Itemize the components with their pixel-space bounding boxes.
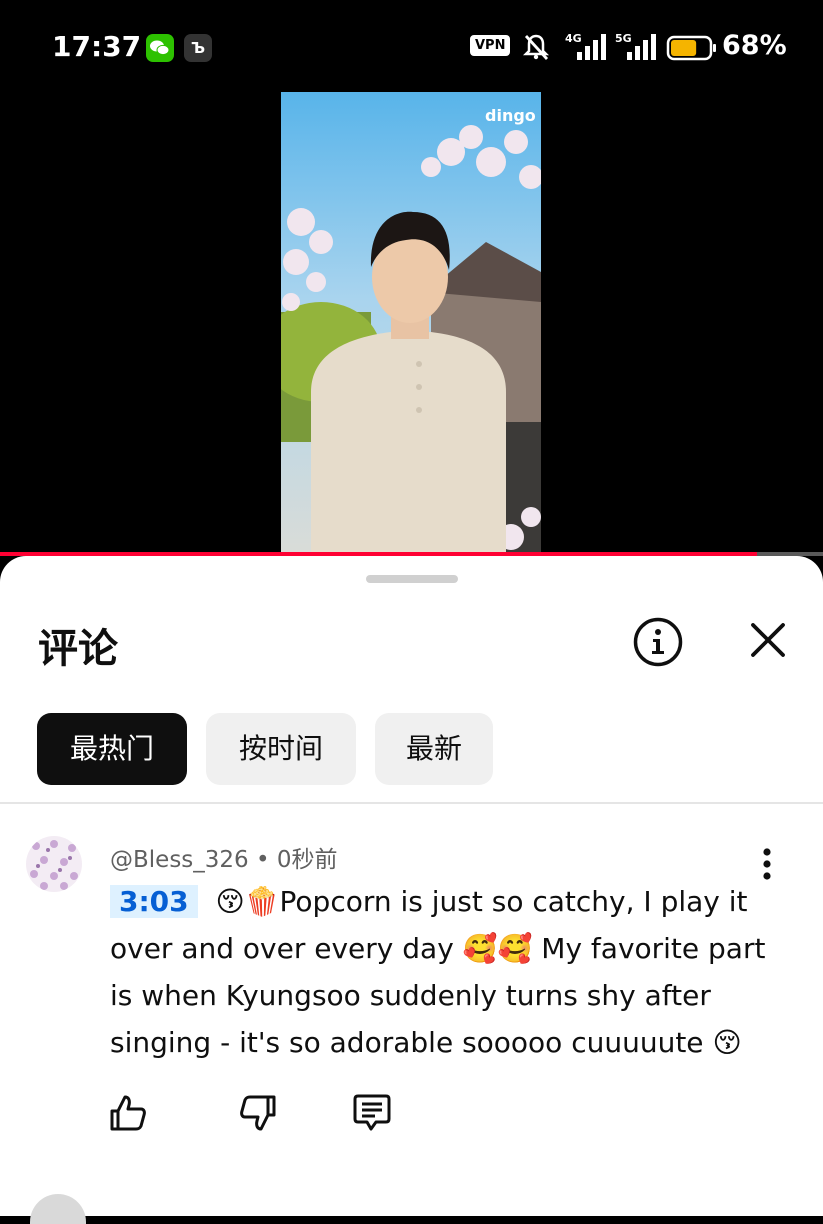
reply-button[interactable]	[350, 1091, 394, 1135]
vpn-badge: VPN	[470, 35, 511, 56]
video-frame[interactable]: dingo	[281, 92, 541, 552]
comment-body: 3:03 😚🍿Popcorn is just so catchy, I play…	[110, 878, 775, 1066]
info-icon	[633, 617, 683, 667]
close-button[interactable]	[744, 616, 792, 664]
status-time: 17:37	[52, 30, 142, 63]
signal-5g-icon: 5G	[615, 32, 656, 60]
meta-separator: •	[256, 847, 270, 873]
battery-icon	[666, 35, 716, 61]
divider	[0, 802, 823, 804]
wechat-icon	[146, 34, 174, 62]
filter-newest[interactable]: 最新	[375, 713, 493, 785]
dislike-button[interactable]	[236, 1091, 280, 1135]
comments-sheet: 评论 最热门 按时间 最新 @Bless_326 • 0秒前 3:03 😚🍿Po…	[0, 556, 823, 1224]
comment-text: 😚🍿Popcorn is just so catchy, I play it o…	[110, 885, 766, 1059]
thumbs-up-icon	[110, 1095, 146, 1131]
like-button[interactable]	[106, 1091, 150, 1135]
drag-handle[interactable]	[366, 575, 458, 583]
video-player[interactable]: dingo	[0, 92, 823, 552]
filter-by-time[interactable]: 按时间	[206, 713, 356, 785]
comments-title: 评论	[38, 626, 118, 672]
comment-time: 0秒前	[276, 847, 338, 873]
thumbs-down-icon	[240, 1095, 276, 1131]
notification-app-icon: Ъ	[184, 34, 212, 62]
svg-text:4G: 4G	[565, 32, 582, 45]
svg-text:5G: 5G	[615, 32, 632, 45]
next-comment-avatar[interactable]	[30, 1194, 86, 1224]
filter-top[interactable]: 最热门	[37, 713, 187, 785]
signal-4g-icon: 4G	[565, 32, 606, 60]
status-bar: 17:37 Ъ VPN 4G 5G 68%	[0, 0, 823, 92]
battery-percent: 68%	[722, 30, 787, 61]
video-watermark: dingo	[485, 106, 536, 125]
comment-meta: @Bless_326 • 0秒前	[110, 840, 338, 874]
info-button[interactable]	[632, 616, 684, 668]
bell-muted-icon	[522, 34, 550, 60]
reply-comment-icon	[353, 1094, 391, 1131]
timestamp-link[interactable]: 3:03	[110, 885, 198, 918]
avatar[interactable]	[26, 836, 82, 892]
comment-author[interactable]: @Bless_326	[110, 847, 249, 873]
close-icon	[751, 623, 785, 657]
